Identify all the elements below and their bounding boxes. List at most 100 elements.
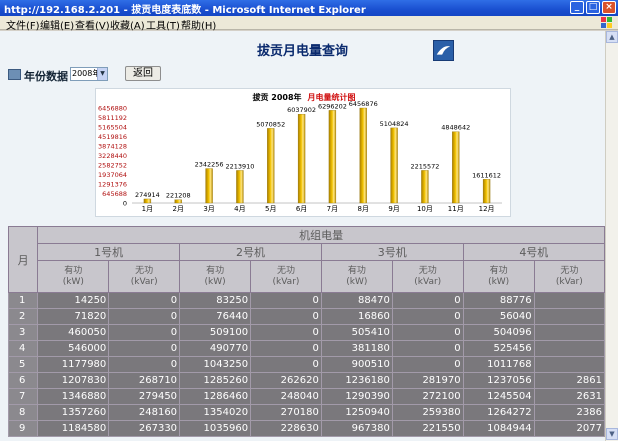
bar <box>390 127 398 204</box>
menu-edit[interactable]: 编辑(E) <box>40 17 74 32</box>
value-cell: 1177980 <box>37 356 110 373</box>
energy-table-wrapper: 月 机组电量 1号机 2号机 3号机 4号机 有功 (kW) 无功 (kVar) 有功 (kW)… <box>8 226 605 441</box>
table-row: 3 460050 0 509100 0 505410 0 504096 <box>8 324 605 341</box>
value-cell: 279450 <box>108 388 181 405</box>
active-header-2: 有功 (kW) <box>179 260 252 293</box>
menu-tools[interactable]: 工具(T) <box>146 17 180 32</box>
table-row: 1 14250 0 83250 0 88470 0 88776 <box>8 292 605 309</box>
bar-value-label: 221208 <box>166 192 191 200</box>
y-tick-label: 0 <box>123 200 127 208</box>
bar-value-label: 274914 <box>135 191 160 199</box>
value-cell: 546000 <box>37 340 110 357</box>
bar <box>267 128 275 204</box>
value-cell: 0 <box>108 340 181 357</box>
x-tick-label: 12月 <box>479 205 495 213</box>
value-cell: 281970 <box>391 372 464 389</box>
x-tick-label: 2月 <box>173 205 184 213</box>
group-header: 机组电量 <box>37 226 605 244</box>
y-tick-label: 1937064 <box>98 171 127 179</box>
scroll-up-icon[interactable]: ▲ <box>606 31 618 43</box>
x-tick-label: 8月 <box>358 205 369 213</box>
x-tick-label: 9月 <box>388 205 399 213</box>
reactive-label: 无功 <box>418 265 437 276</box>
menu-file[interactable]: 文件(F) <box>6 17 40 32</box>
menu-favorites[interactable]: 收藏(A) <box>110 17 145 32</box>
chevron-down-icon[interactable]: ▼ <box>97 68 107 80</box>
active-header-4: 有功 (kW) <box>462 260 535 293</box>
month-cell: 9 <box>8 420 39 437</box>
table-row: 5 1177980 0 1043250 0 900510 0 1011768 <box>8 356 605 373</box>
value-cell: 1184580 <box>37 420 110 437</box>
value-cell: 2386 <box>533 404 605 421</box>
reactive-header-1: 无功 (kVar) <box>108 260 181 293</box>
value-cell: 228630 <box>250 420 322 437</box>
scroll-down-icon[interactable]: ▼ <box>606 428 618 440</box>
value-cell: 0 <box>391 292 464 309</box>
value-cell: 2077 <box>533 420 605 437</box>
value-cell: 268710 <box>108 372 181 389</box>
value-cell: 88470 <box>320 292 393 309</box>
bar <box>236 170 244 204</box>
table-row: 9 1184580 267330 1035960 228630 967380 221550 1… <box>8 420 605 437</box>
back-button[interactable]: 返回 <box>125 66 161 81</box>
reactive-label: 无功 <box>560 265 579 276</box>
value-cell: 1250940 <box>320 404 393 421</box>
value-cell: 1346880 <box>37 388 110 405</box>
bar <box>143 198 152 204</box>
active-unit: (kW) <box>204 276 226 287</box>
maximize-button[interactable]: □ <box>586 1 600 14</box>
page-title: 拔贡月电量查询 <box>256 44 348 59</box>
bar-value-label: 2215572 <box>410 162 439 170</box>
value-cell: 56040 <box>462 308 535 325</box>
reactive-unit: (kVar) <box>130 276 158 287</box>
value-cell: 262620 <box>250 372 322 389</box>
unit-header-4: 4号机 <box>462 243 605 261</box>
bar-value-label: 4848642 <box>441 124 470 132</box>
reactive-label: 无功 <box>276 265 295 276</box>
y-tick-label: 2582752 <box>98 162 127 170</box>
value-cell: 259380 <box>391 404 464 421</box>
chart-canvas: 0 6456881291376 19370642582752 322844038741… <box>98 100 502 213</box>
value-cell <box>533 340 605 357</box>
x-tick-label: 6月 <box>296 205 307 213</box>
close-button[interactable]: × <box>602 1 616 14</box>
value-cell: 0 <box>250 292 322 309</box>
value-cell: 88776 <box>462 292 535 309</box>
table-row: 8 1357260 248160 1354020 270180 1250940 259380… <box>8 404 605 421</box>
window-title: http://192.168.2.201 - 拔贡电度表底数 - Microso… <box>4 5 366 16</box>
month-cell: 6 <box>8 372 39 389</box>
value-cell: 248160 <box>108 404 181 421</box>
bar <box>359 107 367 204</box>
value-cell: 490770 <box>179 340 252 357</box>
value-cell <box>533 324 605 341</box>
reactive-unit: (kVar) <box>555 276 583 287</box>
active-label: 有功 <box>347 265 366 276</box>
value-cell: 1264272 <box>462 404 535 421</box>
value-cell: 1207830 <box>37 372 110 389</box>
year-select[interactable]: 2008年 ▼ <box>70 67 108 81</box>
bar <box>174 199 182 204</box>
reactive-header-4: 无功 (kVar) <box>533 260 605 293</box>
unit-header-3: 3号机 <box>320 243 464 261</box>
value-cell: 0 <box>391 324 464 341</box>
bar-value-label: 6296202 <box>318 102 347 110</box>
bird-logo-icon <box>433 40 454 61</box>
y-tick-label: 3874128 <box>98 143 127 151</box>
value-cell: 967380 <box>320 420 393 437</box>
value-cell: 0 <box>391 356 464 373</box>
active-label: 有功 <box>489 265 508 276</box>
vertical-scrollbar[interactable]: ▲ ▼ <box>605 31 618 441</box>
minimize-button[interactable]: _ <box>570 1 584 14</box>
value-cell: 900510 <box>320 356 393 373</box>
table-row: 6 1207830 268710 1285260 262620 1236180 281970… <box>8 372 605 389</box>
menu-help[interactable]: 帮助(H) <box>181 17 216 32</box>
value-cell: 1286460 <box>179 388 252 405</box>
value-cell: 1237056 <box>462 372 535 389</box>
value-cell: 1245504 <box>462 388 535 405</box>
menu-view[interactable]: 查看(V) <box>75 17 110 32</box>
window-title-bar: http://192.168.2.201 - 拔贡电度表底数 - Microso… <box>0 0 618 16</box>
value-cell: 1354020 <box>179 404 252 421</box>
active-header-1: 有功 (kW) <box>37 260 110 293</box>
bar <box>482 179 491 204</box>
value-cell: 76440 <box>179 308 252 325</box>
